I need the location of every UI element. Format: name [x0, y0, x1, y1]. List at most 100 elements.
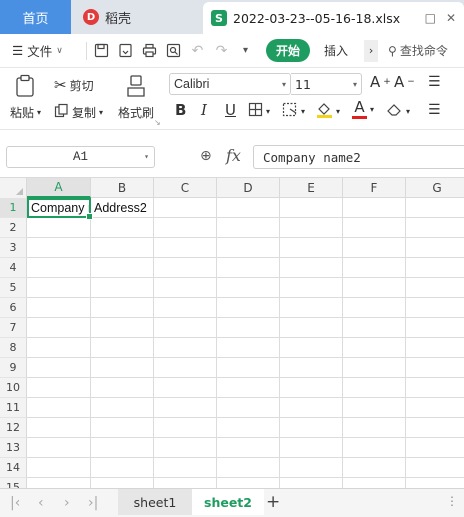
ribbon-toolbar: 粘贴 ▾ ✂ 剪切 复制 ▾ 格式刷 ↘ Calibri ▾ 11 ▾ A + A… [0, 68, 464, 130]
file-menu-label: 文件 [27, 44, 53, 59]
align-top-icon[interactable]: ☰ [428, 74, 441, 90]
cell-style-icon [282, 102, 298, 120]
last-sheet-icon[interactable]: ›| [88, 495, 98, 511]
sheet-tab-sheet1[interactable]: sheet1 [118, 489, 192, 515]
name-box[interactable]: A1 ▾ [6, 146, 155, 168]
row-header-7[interactable]: 7 [0, 318, 27, 338]
gridline [27, 237, 464, 238]
cell-b1[interactable]: Address2 [91, 198, 153, 218]
fill-pattern-dropdown-icon: ▾ [301, 106, 306, 116]
insert-function-icon[interactable]: fx [226, 146, 241, 165]
row-header-9[interactable]: 9 [0, 358, 27, 378]
gridline [27, 317, 464, 318]
save-icon[interactable] [91, 40, 112, 61]
underline-button[interactable]: U [225, 101, 236, 119]
fill-color-button[interactable]: ▾ [316, 101, 340, 121]
cut-button[interactable]: ✂ 剪切 [54, 76, 94, 94]
tab-insert[interactable]: 插入 [324, 42, 348, 59]
align-left-icon[interactable]: ☰ [428, 102, 441, 118]
clear-dropdown-icon: ▾ [406, 106, 411, 116]
column-header-d[interactable]: D [217, 178, 280, 198]
paste-button[interactable]: 粘贴 ▾ [10, 104, 41, 121]
gridline [27, 337, 464, 338]
borders-button[interactable]: ▾ [248, 102, 270, 120]
copy-button[interactable]: 复制 ▾ [54, 103, 103, 121]
row-header-11[interactable]: 11 [0, 398, 27, 418]
copy-icon [54, 103, 69, 121]
row-header-8[interactable]: 8 [0, 338, 27, 358]
row-header-12[interactable]: 12 [0, 418, 27, 438]
row-header-5[interactable]: 5 [0, 278, 27, 298]
find-command-label: 查找命令 [399, 44, 448, 58]
row-header-1[interactable]: 1 [0, 198, 27, 218]
font-color-button[interactable]: A ▾ [352, 100, 374, 119]
row-header-15[interactable]: 15 [0, 478, 27, 488]
tab-daoke[interactable]: D 稻壳 [71, 0, 199, 34]
decrease-font-size-icon[interactable]: A − [394, 73, 415, 91]
paint-bucket-icon [316, 101, 333, 121]
undo-icon[interactable]: ↶ [187, 40, 208, 61]
spreadsheet-grid[interactable]: A B C D E F G 1 2 3 4 5 6 7 8 9 10 11 12… [0, 178, 464, 488]
row-header-3[interactable]: 3 [0, 238, 27, 258]
redo-icon[interactable]: ↷ [211, 40, 232, 61]
tab-home[interactable]: 首页 [0, 0, 71, 34]
gridline [27, 297, 464, 298]
tab-home-label: 首页 [22, 11, 49, 27]
column-header-a[interactable]: A [27, 178, 91, 198]
print-icon[interactable] [139, 40, 160, 61]
column-header-g[interactable]: G [406, 178, 464, 198]
sheet-tab-bar: |‹ ‹ › ›| sheet1 sheet2 + ⋮ [0, 488, 464, 517]
window-mode-icon[interactable]: □ [425, 11, 436, 25]
gridline [27, 257, 464, 258]
previous-sheet-icon[interactable]: ‹ [38, 495, 44, 511]
bold-button[interactable]: B [175, 101, 186, 119]
zoom-search-icon[interactable]: ⊕ [200, 148, 212, 164]
formula-input[interactable]: Company name2 [253, 145, 464, 169]
first-sheet-icon[interactable]: |‹ [10, 495, 20, 511]
font-family-value: Calibri [174, 77, 210, 91]
format-painter-button[interactable]: 格式刷 [118, 104, 154, 121]
tab-start[interactable]: 开始 [266, 39, 311, 62]
more-tabs-chevron-icon[interactable]: › [364, 39, 379, 62]
find-command-search[interactable]: ⚲ 查找命令 [388, 42, 448, 59]
font-color-letter: A [354, 98, 365, 116]
gridline [153, 198, 154, 488]
column-header-c[interactable]: C [154, 178, 217, 198]
tab-file[interactable]: S 2022-03-23--05-16-18.xlsx □ ✕ [203, 2, 464, 34]
column-header-b[interactable]: B [91, 178, 154, 198]
row-header-6[interactable]: 6 [0, 298, 27, 318]
column-header-e[interactable]: E [280, 178, 343, 198]
column-header-f[interactable]: F [343, 178, 406, 198]
clear-button[interactable]: ▾ [386, 102, 410, 120]
print-preview-icon[interactable] [163, 40, 184, 61]
format-painter-icon[interactable] [126, 74, 146, 98]
gridline [90, 198, 91, 488]
gridline [27, 377, 464, 378]
increase-font-size-icon[interactable]: A + [370, 73, 391, 91]
row-header-4[interactable]: 4 [0, 258, 27, 278]
italic-button[interactable]: I [201, 101, 207, 119]
customize-toolbar-icon[interactable]: ▾ [235, 40, 256, 61]
clipboard-group-expand-icon[interactable]: ↘ [154, 118, 161, 127]
row-header-13[interactable]: 13 [0, 438, 27, 458]
export-pdf-icon[interactable] [115, 40, 136, 61]
copy-label: 复制 [72, 105, 97, 120]
select-all-corner[interactable] [0, 178, 27, 198]
row-header-10[interactable]: 10 [0, 378, 27, 398]
name-box-dropdown-icon: ▾ [144, 153, 149, 162]
gridline [27, 437, 464, 438]
add-sheet-icon[interactable]: + [266, 492, 280, 512]
fill-pattern-button[interactable]: ▾ [282, 102, 305, 120]
font-size-select[interactable]: 11 ▾ [291, 73, 362, 95]
row-header-2[interactable]: 2 [0, 218, 27, 238]
next-sheet-icon[interactable]: › [64, 495, 70, 511]
file-menu-button[interactable]: ☰ 文件 ∨ [0, 41, 86, 60]
paste-dropdown-icon: ▾ [37, 108, 42, 117]
gridline [342, 198, 343, 488]
sheet-menu-icon[interactable]: ⋮ [446, 494, 458, 508]
close-tab-icon[interactable]: ✕ [446, 11, 456, 25]
paste-icon[interactable] [14, 74, 36, 98]
sheet-tab-sheet2[interactable]: sheet2 [192, 489, 264, 515]
font-family-select[interactable]: Calibri ▾ [169, 73, 291, 95]
row-header-14[interactable]: 14 [0, 458, 27, 478]
